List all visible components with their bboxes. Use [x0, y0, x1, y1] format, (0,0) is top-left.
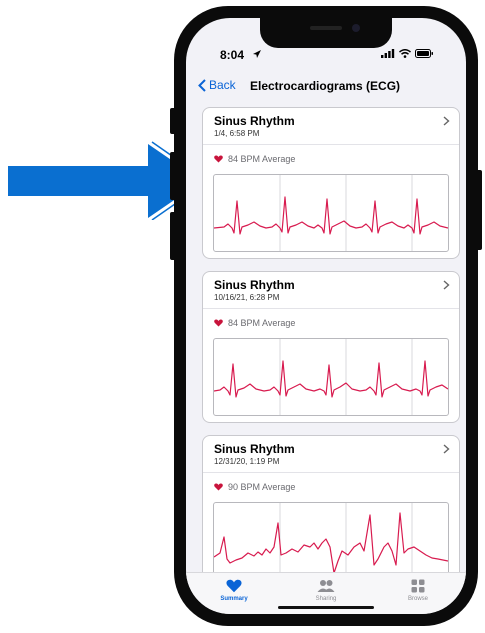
notch: [260, 18, 392, 48]
back-label: Back: [209, 78, 236, 92]
recording-title: Sinus Rhythm: [214, 278, 295, 292]
ecg-chart: [213, 174, 449, 252]
divider: [203, 308, 459, 309]
ecg-trace: [214, 196, 448, 235]
phone-screen: 8:04 Back Electrocardiograms (ECG) Sinus…: [186, 18, 466, 614]
chevron-right-icon: [443, 444, 450, 454]
chevron-left-icon: [198, 78, 206, 92]
ecg-recording-card[interactable]: Sinus Rhythm 1/4, 6:58 PM 84 BPM Average: [202, 107, 460, 259]
ecg-trace: [214, 360, 448, 398]
bpm-average: 90 BPM Average: [228, 482, 296, 492]
tab-sharing[interactable]: Sharing: [286, 579, 366, 602]
bpm-row: 84 BPM Average: [214, 154, 295, 164]
tab-summary[interactable]: Summary: [194, 579, 274, 602]
recording-date: 1/4, 6:58 PM: [214, 129, 260, 138]
status-time: 8:04: [220, 48, 245, 62]
home-indicator: [278, 606, 374, 609]
ecg-trace: [214, 512, 448, 574]
signal-icon: [381, 49, 395, 58]
bpm-average: 84 BPM Average: [228, 154, 296, 164]
ecg-trace-svg: [214, 175, 448, 251]
chevron-right-icon: [443, 280, 450, 290]
heart-icon: [214, 155, 223, 163]
bpm-row: 84 BPM Average: [214, 318, 295, 328]
ecg-chart: [213, 338, 449, 416]
divider: [203, 144, 459, 145]
front-camera: [352, 24, 360, 32]
heart-icon: [214, 483, 223, 491]
phone-frame: 8:04 Back Electrocardiograms (ECG) Sinus…: [174, 6, 478, 626]
page-title: Electrocardiograms (ECG): [250, 79, 401, 93]
recording-title: Sinus Rhythm: [214, 442, 295, 456]
tab-label: Browse: [407, 596, 428, 602]
back-button[interactable]: Back: [198, 78, 236, 92]
tab-label: Summary: [220, 596, 248, 602]
bpm-row: 90 BPM Average: [214, 482, 295, 492]
people-icon: [317, 580, 335, 592]
wifi-icon: [399, 49, 411, 58]
tab-browse[interactable]: Browse: [378, 579, 458, 602]
grid-icon: [411, 579, 425, 593]
location-arrow-icon: [253, 50, 261, 58]
recording-date: 10/16/21, 6:28 PM: [214, 293, 280, 302]
ecg-recording-card[interactable]: Sinus Rhythm 10/16/21, 6:28 PM 84 BPM Av…: [202, 271, 460, 423]
nav-bar: Back Electrocardiograms (ECG): [186, 76, 466, 100]
tab-label: Sharing: [315, 596, 337, 602]
chevron-right-icon: [443, 116, 450, 126]
ecg-trace-svg: [214, 339, 448, 415]
divider: [203, 472, 459, 473]
status-icons: [381, 49, 434, 58]
bpm-average: 84 BPM Average: [228, 318, 296, 328]
heart-icon: [226, 579, 242, 593]
speaker-grille: [310, 26, 342, 30]
battery-icon: [415, 49, 433, 58]
heart-icon: [214, 319, 223, 327]
recording-title: Sinus Rhythm: [214, 114, 295, 128]
recording-date: 12/31/20, 1:19 PM: [214, 457, 280, 466]
